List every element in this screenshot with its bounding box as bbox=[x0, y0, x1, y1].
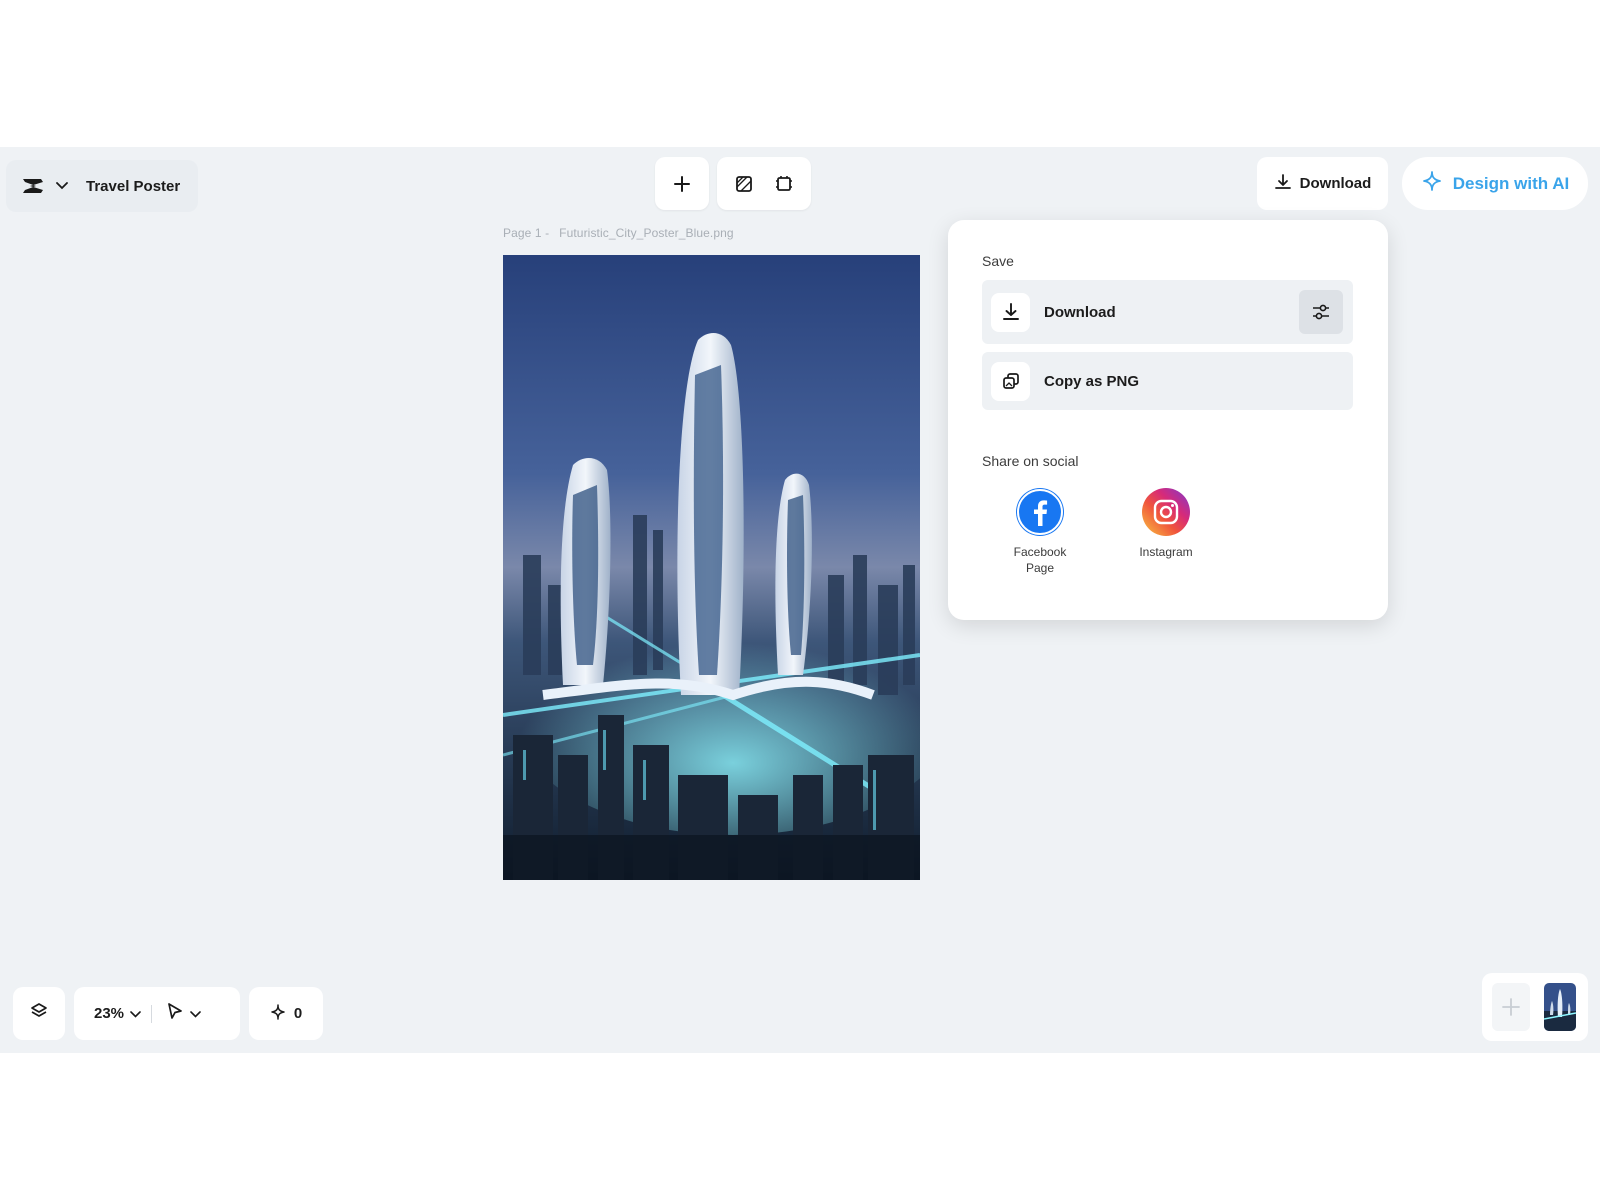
share-instagram-button[interactable]: Instagram bbox=[1121, 488, 1211, 560]
download-button[interactable]: Download bbox=[1257, 157, 1388, 210]
design-with-ai-button[interactable]: Design with AI bbox=[1402, 157, 1588, 210]
layers-icon bbox=[29, 1001, 49, 1026]
pointer-tool-icon[interactable] bbox=[166, 1002, 184, 1025]
download-settings-button[interactable] bbox=[1299, 290, 1343, 334]
poster-canvas[interactable] bbox=[503, 255, 920, 880]
share-heading: Share on social bbox=[982, 453, 1079, 469]
chevron-down-icon[interactable] bbox=[130, 1005, 141, 1023]
download-button-label: Download bbox=[1299, 175, 1372, 192]
plus-icon bbox=[669, 171, 695, 197]
page-thumbnails bbox=[1482, 973, 1588, 1041]
download-option-label: Download bbox=[1044, 303, 1116, 321]
page-thumbnail[interactable] bbox=[1544, 983, 1576, 1031]
copy-image-icon bbox=[991, 361, 1030, 401]
brand-menu[interactable]: Travel Poster bbox=[6, 160, 198, 212]
add-element-button[interactable] bbox=[655, 157, 709, 210]
share-facebook-button[interactable]: Facebook Page bbox=[995, 488, 1085, 576]
download-icon bbox=[1274, 173, 1292, 195]
chevron-down-icon[interactable] bbox=[190, 1005, 201, 1023]
plus-icon bbox=[1502, 998, 1520, 1016]
zoom-level[interactable]: 23% bbox=[94, 1005, 124, 1022]
chevron-down-icon[interactable] bbox=[54, 178, 70, 194]
download-icon bbox=[991, 292, 1030, 332]
editor-workspace: Travel Poster Download Design with AI Pa… bbox=[0, 147, 1600, 1053]
facebook-icon bbox=[1016, 488, 1064, 536]
layers-button[interactable] bbox=[13, 987, 65, 1040]
page-file-name[interactable]: Futuristic_City_Poster_Blue.png bbox=[559, 226, 734, 240]
divider bbox=[151, 1004, 153, 1023]
copy-as-png-option[interactable]: Copy as PNG bbox=[982, 352, 1353, 410]
download-option[interactable]: Download bbox=[982, 280, 1353, 344]
add-page-button[interactable] bbox=[1492, 983, 1530, 1031]
page-label: Page 1 - Futuristic_City_Poster_Blue.png bbox=[503, 226, 744, 240]
zoom-and-pointer-controls: 23% bbox=[74, 987, 240, 1040]
resize-icon[interactable] bbox=[771, 171, 797, 197]
ai-credits-count: 0 bbox=[293, 1005, 303, 1022]
sliders-icon bbox=[1313, 304, 1329, 320]
ai-credits-button[interactable]: 0 bbox=[249, 987, 323, 1040]
background-remove-icon[interactable] bbox=[731, 171, 757, 197]
page-number: Page 1 - bbox=[503, 226, 550, 240]
canvas-tools-group bbox=[717, 157, 811, 210]
capcut-logo-icon bbox=[20, 173, 46, 199]
copy-as-png-label: Copy as PNG bbox=[1044, 372, 1140, 390]
sparkle-icon bbox=[270, 1003, 286, 1024]
design-with-ai-label: Design with AI bbox=[1452, 173, 1570, 193]
save-dropdown-panel: Save Download Copy as PNG Share on socia… bbox=[948, 220, 1388, 620]
facebook-label: Facebook Page bbox=[1013, 545, 1067, 575]
save-heading: Save bbox=[982, 253, 1014, 269]
instagram-label: Instagram bbox=[1139, 545, 1193, 559]
instagram-icon bbox=[1142, 488, 1190, 536]
ai-sparkle-icon bbox=[1421, 170, 1443, 197]
document-title[interactable]: Travel Poster bbox=[86, 178, 180, 195]
